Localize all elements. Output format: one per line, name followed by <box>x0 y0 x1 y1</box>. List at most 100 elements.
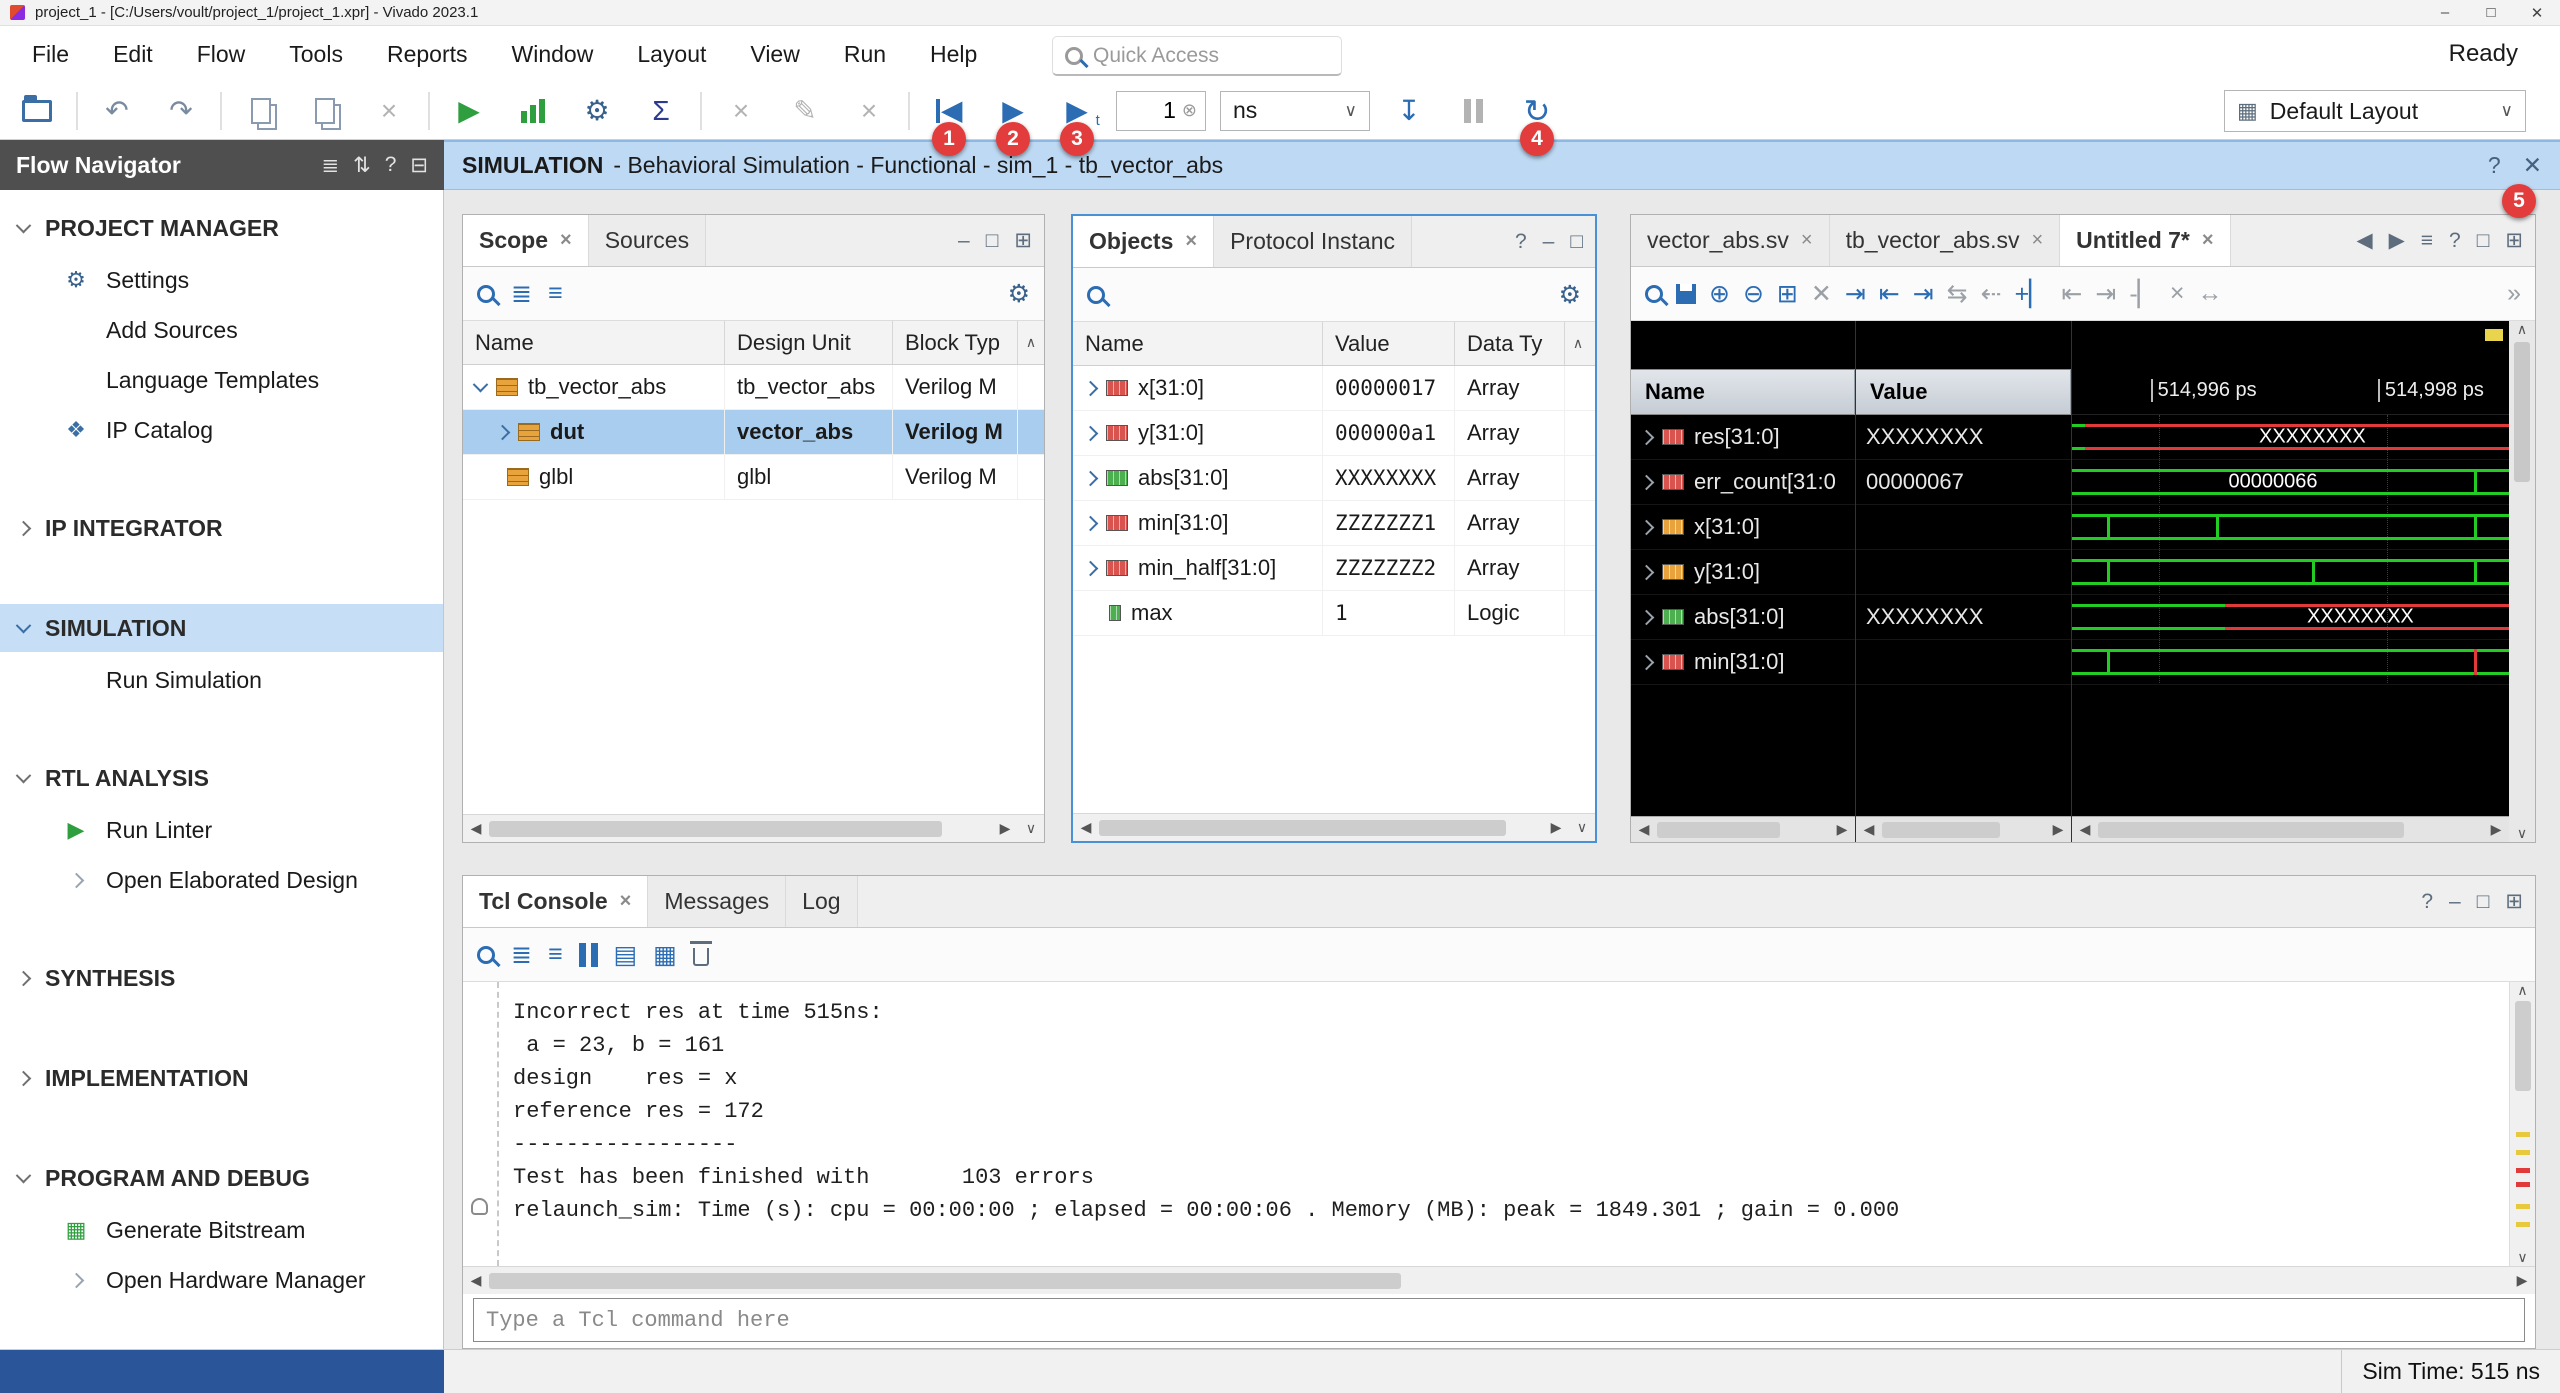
waveform-abs[interactable]: XXXXXXXX <box>2072 595 2509 640</box>
chevron-right-icon[interactable] <box>1083 515 1099 531</box>
swap-cursor-icon[interactable]: ⇆ <box>1947 279 1968 309</box>
waveforms[interactable]: XXXXXXXX 00000066 <box>2072 415 2509 685</box>
close-tab-icon[interactable]: × <box>2031 229 2043 252</box>
scope-hscrollbar[interactable]: ◀ ▶ ∨ <box>463 814 1044 842</box>
zoom-fit-icon[interactable]: ⊞ <box>1777 279 1798 309</box>
section-program-and-debug[interactable]: PROGRAM AND DEBUG <box>0 1154 443 1202</box>
section-project-manager[interactable]: PROJECT MANAGER <box>0 204 443 252</box>
scroll-thumb[interactable] <box>2515 1001 2531 1091</box>
collapse-all-icon[interactable]: ≣ <box>321 153 339 178</box>
scroll-thumb[interactable] <box>1099 820 1506 836</box>
pause-output-icon[interactable] <box>579 943 598 967</box>
expand-all-icon[interactable]: ≡ <box>548 279 563 308</box>
undo-button[interactable]: ↶ <box>92 87 142 135</box>
maximize-window-icon[interactable]: □ <box>2468 0 2514 25</box>
menu-view[interactable]: View <box>728 33 821 76</box>
tab-log[interactable]: Log <box>786 876 857 927</box>
scroll-right-icon[interactable]: ▶ <box>2045 817 2071 842</box>
wave-signal-row[interactable]: err_count[31:0 <box>1631 460 1855 505</box>
collapse-all-icon[interactable]: ≣ <box>511 940 532 970</box>
scroll-right-icon[interactable]: ▶ <box>2509 1267 2535 1294</box>
run-flow-button[interactable] <box>508 87 558 135</box>
menu-run[interactable]: Run <box>822 33 908 76</box>
scroll-right-icon[interactable]: ▶ <box>992 815 1018 842</box>
scroll-thumb[interactable] <box>2098 822 2404 838</box>
wave-plot-area[interactable]: 514,996 ps 514,998 ps XXXXXXXX 00000066 <box>2072 321 2509 842</box>
wave-name-hscrollbar[interactable]: ◀▶ <box>1631 816 1855 842</box>
menu-tools[interactable]: Tools <box>267 33 365 76</box>
goto-cursor-icon[interactable]: ⇥ <box>1845 279 1866 309</box>
scroll-thumb[interactable] <box>1882 822 2000 838</box>
scroll-thumb[interactable] <box>1657 822 1780 838</box>
tab-scroll-left-icon[interactable]: ◀ <box>2356 228 2372 253</box>
minimize-window-icon[interactable]: – <box>2422 0 2468 25</box>
float-panel-icon[interactable]: ⊞ <box>1014 228 1032 253</box>
tab-tb-vector-abs-sv[interactable]: tb_vector_abs.sv × <box>1830 215 2061 266</box>
sidebar-item-settings[interactable]: ⚙ Settings <box>0 258 443 302</box>
maximize-panel-icon[interactable]: □ <box>986 229 999 253</box>
reports-button[interactable]: Σ <box>636 87 686 135</box>
table-row[interactable]: x[31:0] 00000017 Array <box>1073 366 1595 411</box>
settings-button[interactable]: ⚙ <box>572 87 622 135</box>
save-icon[interactable] <box>1676 284 1696 304</box>
search-icon[interactable] <box>1645 285 1663 303</box>
chevron-right-icon[interactable] <box>1083 470 1099 486</box>
tab-protocol-instances[interactable]: Protocol Instanc <box>1214 216 1412 267</box>
console-vscrollbar[interactable]: ∧ ∨ <box>2509 982 2535 1266</box>
tab-messages[interactable]: Messages <box>648 876 786 927</box>
tab-vector-abs-sv[interactable]: vector_abs.sv × <box>1631 215 1830 266</box>
marker-prev-icon[interactable]: ⇠ <box>1981 279 2002 309</box>
section-ip-integrator[interactable]: IP INTEGRATOR <box>0 504 443 552</box>
goto-next-marker-icon[interactable]: ⇥ <box>2095 279 2116 309</box>
chevron-right-icon[interactable] <box>495 424 511 440</box>
tab-objects[interactable]: Objects × <box>1073 216 1214 267</box>
close-tab-icon[interactable]: × <box>2202 229 2214 252</box>
help-icon[interactable]: ? <box>1515 230 1527 254</box>
scroll-up-icon[interactable]: ∧ <box>2509 321 2535 338</box>
close-tab-icon[interactable]: × <box>620 890 632 913</box>
section-simulation[interactable]: SIMULATION <box>0 604 443 652</box>
wave-signal-row[interactable]: min[31:0] <box>1631 640 1855 685</box>
console-hscrollbar[interactable]: ◀ ▶ <box>463 1266 2535 1294</box>
table-row[interactable]: abs[31:0] XXXXXXXX Array <box>1073 456 1595 501</box>
help-icon[interactable]: ? <box>2421 890 2433 914</box>
paste-button[interactable] <box>300 87 350 135</box>
sidebar-item-open-elaborated-design[interactable]: Open Elaborated Design <box>0 858 443 902</box>
chevron-right-icon[interactable] <box>1639 519 1655 535</box>
open-project-button[interactable] <box>12 87 62 135</box>
scroll-up-icon[interactable]: ∧ <box>1565 322 1591 365</box>
clear-time-icon[interactable]: ⊗ <box>1182 100 1197 121</box>
scroll-left-icon[interactable]: ◀ <box>463 815 489 842</box>
table-row[interactable]: tb_vector_abs tb_vector_abs Verilog M <box>463 365 1044 410</box>
close-wave-icon[interactable]: × <box>2170 279 2185 308</box>
section-rtl-analysis[interactable]: RTL ANALYSIS <box>0 754 443 802</box>
column-name[interactable]: Name <box>463 321 725 364</box>
trash-icon[interactable] <box>693 948 709 966</box>
scroll-thumb[interactable] <box>489 821 942 837</box>
simulation-time-field[interactable]: ⊗ <box>1116 91 1206 131</box>
menu-edit[interactable]: Edit <box>91 33 175 76</box>
sort-icon[interactable]: ⇅ <box>353 153 371 178</box>
scroll-down-icon[interactable]: ∨ <box>2510 1249 2536 1266</box>
minimize-panel-icon[interactable]: – <box>2449 890 2461 914</box>
column-data-type[interactable]: Data Ty <box>1455 322 1565 365</box>
wave-value-hscrollbar[interactable]: ◀▶ <box>1856 816 2071 842</box>
float-panel-icon[interactable]: ⊞ <box>2505 228 2523 253</box>
copy-button[interactable] <box>236 87 286 135</box>
scroll-up-icon[interactable]: ∧ <box>2510 982 2536 999</box>
close-tab-icon[interactable]: × <box>1801 229 1813 252</box>
tab-scope[interactable]: Scope × <box>463 215 589 266</box>
close-window-icon[interactable]: ✕ <box>2514 0 2560 25</box>
section-synthesis[interactable]: SYNTHESIS <box>0 954 443 1002</box>
scroll-up-icon[interactable]: ∧ <box>1018 321 1044 364</box>
step-button[interactable]: ↧ <box>1384 87 1434 135</box>
run-button[interactable]: ▶ <box>444 87 494 135</box>
expand-all-icon[interactable]: ≡ <box>548 940 563 969</box>
wave-column-value[interactable]: Value <box>1856 369 2071 415</box>
time-value-input[interactable] <box>1136 97 1176 124</box>
table-row[interactable]: glbl glbl Verilog M <box>463 455 1044 500</box>
minimize-panel-icon[interactable]: – <box>1543 230 1555 254</box>
column-name[interactable]: Name <box>1073 322 1323 365</box>
menu-help[interactable]: Help <box>908 33 999 76</box>
quick-access-box[interactable] <box>1052 36 1342 76</box>
